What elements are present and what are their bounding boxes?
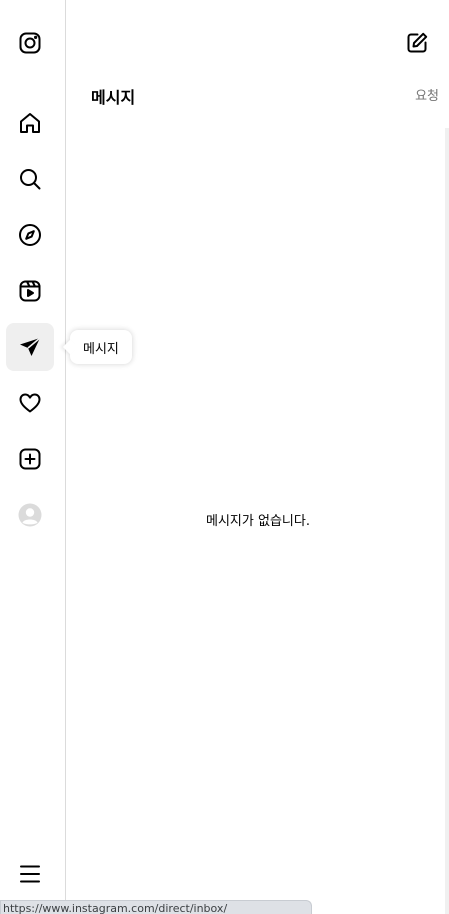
sidebar-item-home[interactable] [6,99,54,147]
sidebar-item-explore[interactable] [6,211,54,259]
status-bar-url: https://www.instagram.com/direct/inbox/ [0,900,312,914]
sidebar-nav [0,0,66,914]
instagram-direct-inbox: 메시지 메시지 요청 메시지가 없습니다. https://www.instag… [0,0,449,914]
search-icon [18,167,42,191]
sidebar-item-messages[interactable] [6,323,54,371]
sidebar-item-create[interactable] [6,435,54,483]
sidebar-item-notifications[interactable] [6,379,54,427]
sidebar-item-reels[interactable] [6,267,54,315]
instagram-logo-button[interactable] [6,19,54,67]
sidebar-item-search[interactable] [6,155,54,203]
page-title: 메시지 [91,88,136,107]
home-icon [18,111,42,135]
messages-panel: 메시지 요청 메시지가 없습니다. [67,0,449,914]
requests-link[interactable]: 요청 [415,85,439,104]
menu-icon [18,862,42,886]
instagram-icon [18,31,42,55]
send-icon [18,335,42,359]
compass-icon [18,223,42,247]
empty-state-text: 메시지가 없습니다. [206,514,310,529]
sidebar-item-more[interactable] [6,850,54,898]
scrollbar-track[interactable] [445,128,449,914]
new-message-button[interactable] [403,31,431,59]
heart-icon [18,391,42,415]
plus-square-icon [18,447,42,471]
sidebar-item-profile[interactable] [6,491,54,539]
reels-icon [18,279,42,303]
avatar-icon [18,503,42,527]
compose-icon [405,31,429,59]
